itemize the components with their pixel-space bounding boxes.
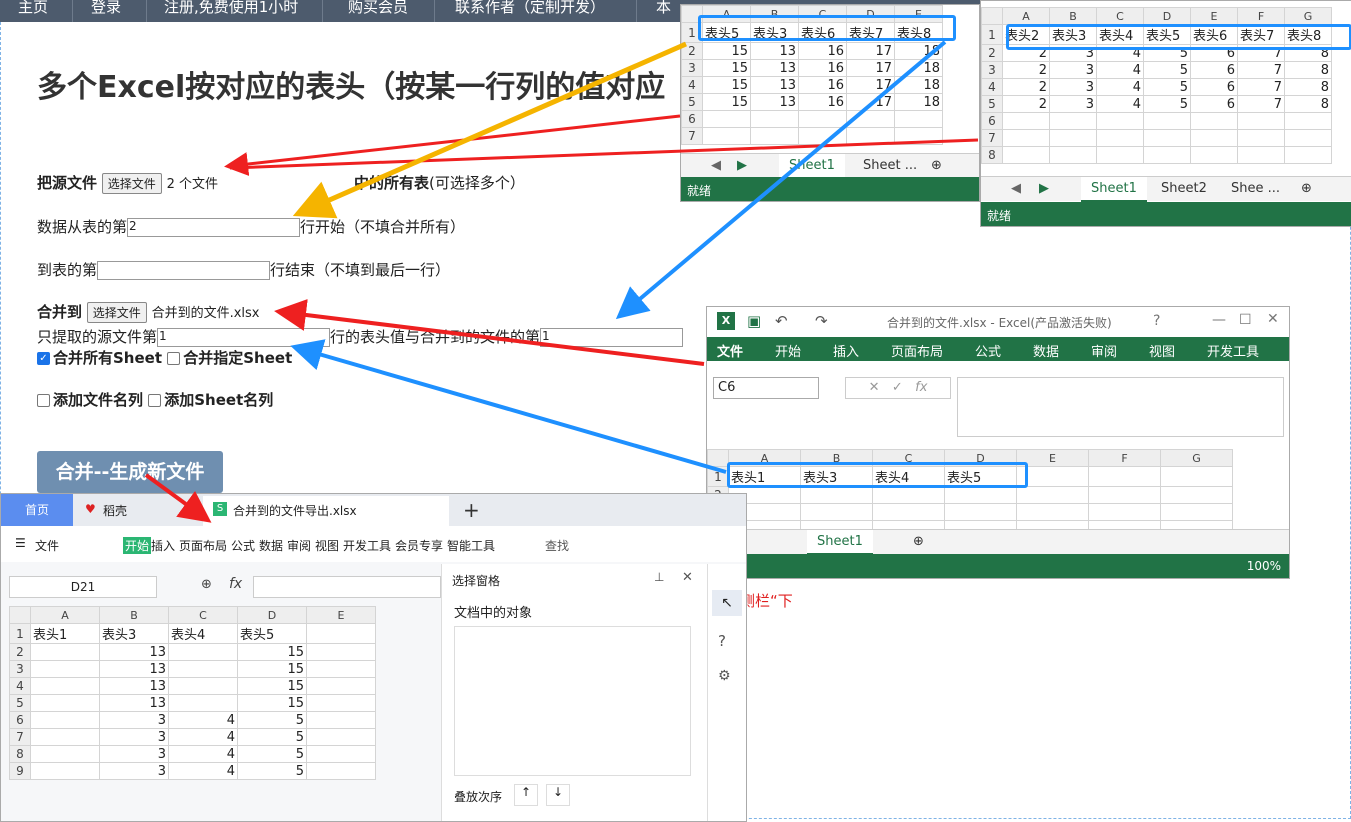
arrow-target-file	[274, 299, 705, 366]
annotation-arrows	[144, 40, 979, 523]
arrow-blue-extract	[290, 339, 727, 474]
arrow-submit-result	[144, 473, 212, 523]
arrow-yellow-start-row	[292, 41, 688, 219]
arrow-blue-header	[615, 40, 947, 320]
